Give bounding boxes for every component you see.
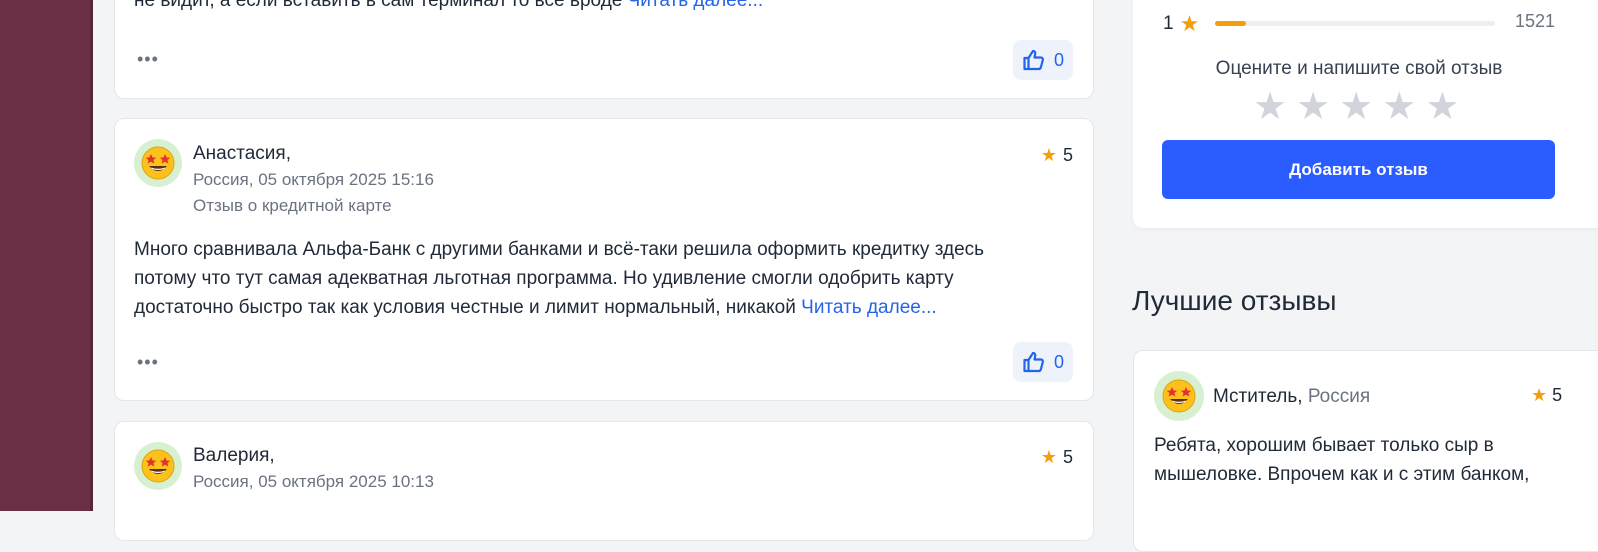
review-card: не видит, а если вставить в сам терминал… [114,0,1094,99]
review-rating: ★ 5 [1041,447,1073,468]
review-card: Анастасия, Россия, 05 октября 2025 15:16… [114,118,1094,401]
star-icon[interactable]: ★ [1382,88,1416,126]
rating-value: 5 [1552,385,1563,405]
like-count: 0 [1053,351,1064,372]
review-card: Валерия, Россия, 05 октября 2025 10:13 ★… [114,421,1094,541]
best-review-text: Ребята, хорошим бывает только сыр в мыше… [1154,435,1530,485]
star-icon[interactable]: ★ [1253,88,1287,126]
author-country: Россия [1307,386,1371,407]
star-struck-emoji-icon [141,146,175,180]
review-category[interactable]: Отзыв о кредитной карте [193,196,392,216]
rating-value: 5 [1062,447,1073,467]
review-author[interactable]: Валерия, [193,445,275,467]
rating-value: 5 [1062,145,1073,165]
thumbs-up-icon [1023,49,1044,71]
add-review-button[interactable]: Добавить отзыв [1162,140,1555,199]
best-reviews-title: Лучшие отзывы [1132,285,1337,316]
best-review-rating: ★ 5 [1531,385,1562,406]
read-more-link[interactable]: Читать далее... [628,0,764,11]
left-side-panel [0,0,93,511]
star-struck-emoji-icon [141,449,175,483]
review-rating: ★ 5 [1041,145,1073,166]
review-meta: Россия, 05 октября 2025 15:16 [193,170,434,189]
star-icon: ★ [1040,145,1057,165]
review-text: не видит, а если вставить в сам терминал… [134,0,1023,15]
distribution-bar-fill [1215,21,1246,26]
review-body: не видит, а если вставить в сам терминал… [134,0,623,11]
like-button[interactable]: 0 [1013,40,1073,80]
like-button[interactable]: 0 [1013,342,1073,382]
more-options-icon[interactable]: ••• [137,50,159,68]
avatar [1154,371,1204,421]
thumbs-up-icon [1023,351,1044,373]
author-name: Мститель, [1213,386,1303,407]
star-struck-emoji-icon [1162,379,1196,413]
avatar [134,139,182,187]
star-icon[interactable]: ★ [1296,88,1330,126]
rating-summary-card: 1 ★ 1521 Оцените и напишите свой отзыв ★… [1133,0,1598,228]
best-review-card: Мститель, Россия ★ 5 Ребята, хорошим быв… [1133,350,1598,552]
rate-stars[interactable]: ★ ★ ★ ★ ★ [1253,88,1459,126]
best-review-author[interactable]: Мститель, Россия [1213,386,1370,408]
review-author[interactable]: Анастасия, [193,143,291,165]
like-count: 0 [1053,49,1064,70]
rate-prompt: Оцените и напишите свой отзыв [1215,58,1503,79]
avatar [134,442,182,490]
star-icon: ★ [1040,447,1057,467]
star-icon[interactable]: ★ [1425,88,1459,126]
read-more-link[interactable]: Читать далее... [801,297,937,318]
distribution-count: 1521 [1515,11,1556,31]
distribution-bar [1215,21,1495,26]
more-options-icon[interactable]: ••• [137,353,159,371]
review-text: Много сравнивала Альфа-Банк с другими ба… [134,235,1023,322]
distribution-bar-wrapper: 1521 [1163,11,1593,37]
star-icon[interactable]: ★ [1339,88,1373,126]
star-icon: ★ [1531,385,1548,405]
review-meta: Россия, 05 октября 2025 10:13 [193,472,434,491]
